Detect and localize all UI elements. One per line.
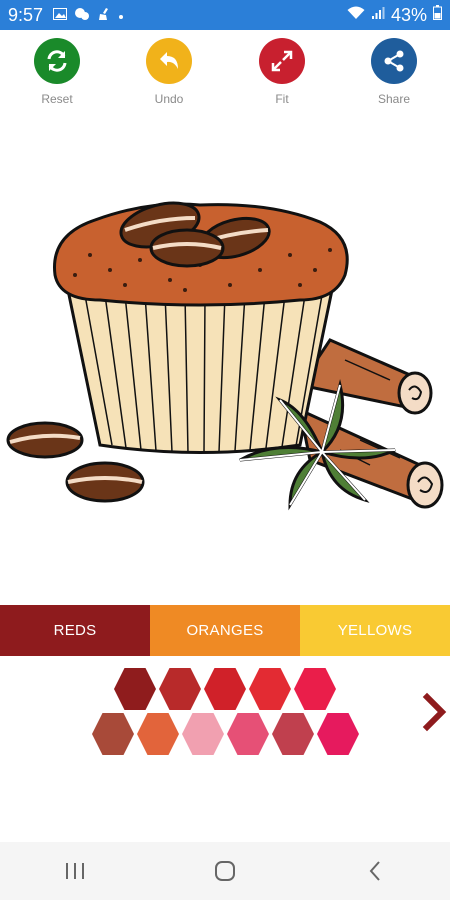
chat-icon [74,7,90,24]
recents-icon[interactable] [64,862,86,880]
color-swatch[interactable] [114,668,156,710]
tab-reds-label: REDS [53,622,97,639]
tab-reds[interactable]: REDS [0,605,150,656]
home-button[interactable] [195,851,255,891]
share-icon[interactable] [371,38,417,84]
share-label: Share [377,92,411,106]
undo-label: Undo [154,92,184,106]
image-icon [53,7,68,23]
tab-yellows[interactable]: YELLOWS [300,605,450,656]
color-swatch[interactable] [159,668,201,710]
battery-percent: 43% [390,4,427,25]
status-bar: 9:57 43% [0,0,450,30]
recents-button[interactable] [45,851,105,891]
undo-icon[interactable] [146,38,192,84]
wifi-icon [347,5,365,25]
home-icon[interactable] [214,860,236,882]
color-swatch[interactable] [249,668,291,710]
tab-yellows-label: YELLOWS [337,622,413,639]
fit-label: Fit [275,92,289,106]
share-button[interactable]: Share [354,38,434,106]
color-palette [0,665,450,765]
color-swatch[interactable] [182,713,224,755]
reset-button[interactable]: Reset [17,38,97,106]
status-time: 9:57 [8,4,44,25]
color-swatch[interactable] [204,668,246,710]
muffin-wrapper[interactable] [66,288,334,454]
color-category-tabs: REDS ORANGES YELLOWS [0,605,450,656]
signal-icon [371,5,385,25]
color-swatch[interactable] [92,713,134,755]
back-icon[interactable] [367,860,383,882]
dot-icon [118,7,124,23]
system-nav-bar [0,842,450,900]
next-palette-button[interactable] [422,692,448,732]
color-swatch[interactable] [272,713,314,755]
chevron-right-icon[interactable] [422,692,448,732]
reset-icon[interactable] [34,38,80,84]
tab-oranges[interactable]: ORANGES [150,605,300,656]
toolbar: Reset Undo Fit Share [0,38,450,108]
coloring-canvas[interactable] [0,160,450,560]
tab-oranges-label: ORANGES [186,622,264,639]
fit-button[interactable]: Fit [242,38,322,106]
fit-icon[interactable] [259,38,305,84]
cinnamon-sticks[interactable] [297,338,444,509]
color-swatch[interactable] [294,668,336,710]
battery-icon [433,5,442,25]
color-swatch[interactable] [137,713,179,755]
undo-button[interactable]: Undo [129,38,209,106]
color-swatch[interactable] [227,713,269,755]
reset-label: Reset [41,92,73,106]
cleaner-icon [97,7,111,24]
color-swatch[interactable] [317,713,359,755]
back-button[interactable] [345,851,405,891]
